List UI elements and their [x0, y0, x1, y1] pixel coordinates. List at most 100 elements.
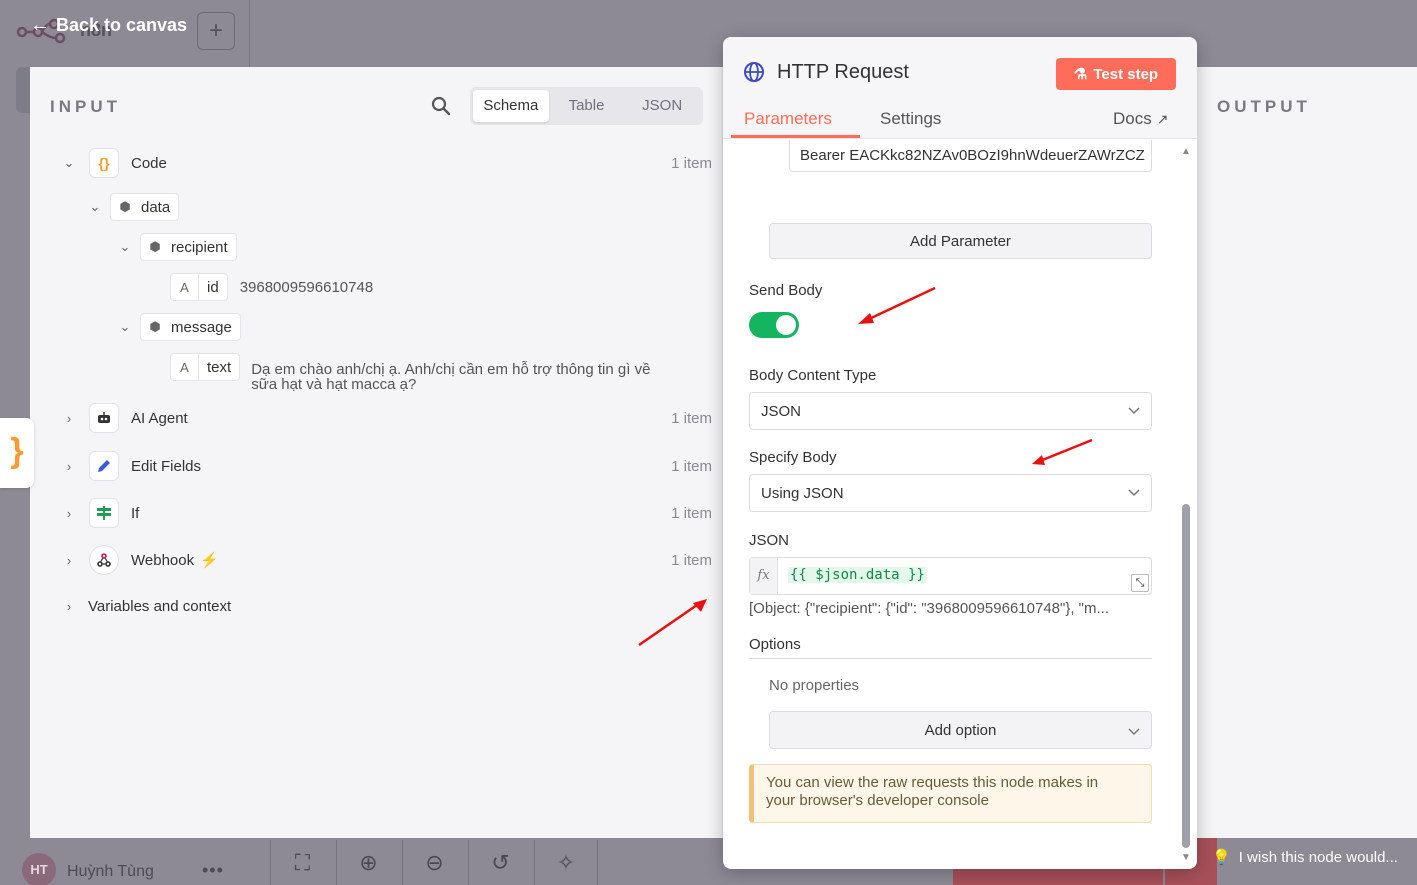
annotation-arrow	[638, 599, 707, 647]
zoom-out-icon[interactable]: ⊖	[402, 840, 466, 885]
object-cube-icon: ⬢	[149, 239, 161, 254]
scroll-up-icon[interactable]: ▲	[1181, 146, 1191, 157]
node-row-if[interactable]: › If 1 item	[59, 498, 712, 528]
field-value: 3968009596610748	[239, 278, 374, 296]
robot-icon	[89, 403, 119, 433]
node-row-webhook[interactable]: › Webhook ⚡ 1 item	[59, 545, 712, 575]
top-bar: n8n +	[0, 0, 1417, 67]
chevron-right-icon[interactable]: ›	[59, 411, 79, 426]
body-content-type-select[interactable]: JSON	[749, 392, 1152, 430]
notice-line: your browser's developer console	[766, 792, 989, 809]
pencil-icon	[89, 451, 119, 481]
code-braces-icon: {}	[89, 148, 119, 178]
user-name: Huỳnh Tùng	[67, 863, 154, 880]
node-row-code[interactable]: ⌄ {} Code 1 item	[59, 148, 712, 178]
header-value-input[interactable]: Bearer EACKkc82NZAv0BOzI9hnWdeuerZAWrZCZ	[789, 140, 1152, 172]
input-panel: INPUT Schema Table JSON ⌄ {} Code 1 item…	[30, 67, 723, 838]
add-parameter-button[interactable]: Add Parameter	[769, 223, 1152, 259]
node-row-ai-agent[interactable]: › AI Agent 1 item	[59, 403, 712, 433]
tree-row-recipient[interactable]: ⌄ ⬢ recipient	[115, 233, 237, 261]
string-type-icon: A	[171, 354, 199, 380]
item-count: 1 item	[671, 409, 712, 427]
divider	[749, 658, 1152, 659]
node-label: If	[131, 504, 140, 522]
view-json-button[interactable]: JSON	[624, 90, 700, 122]
chevron-down-icon[interactable]: ⌄	[85, 199, 105, 215]
node-label: AI Agent	[131, 409, 188, 427]
chevron-down-icon[interactable]: ⌄	[115, 239, 135, 255]
send-body-label: Send Body	[749, 282, 823, 299]
undo-icon[interactable]: ↺	[468, 840, 532, 885]
chevron-right-icon[interactable]: ›	[59, 553, 79, 568]
view-table-button[interactable]: Table	[549, 90, 625, 122]
json-expression[interactable]: {{ $json.data }}	[788, 567, 927, 583]
chevron-right-icon[interactable]: ›	[59, 459, 79, 474]
output-title: OUTPUT	[1217, 97, 1311, 116]
chevron-down-icon[interactable]: ⌄	[115, 319, 135, 335]
scroll-down-icon[interactable]: ▼	[1181, 852, 1191, 863]
field-name: text	[207, 358, 232, 376]
webhook-icon	[89, 545, 119, 575]
field-chip-text: A text	[170, 353, 241, 381]
feedback-link[interactable]: 💡 I wish this node would...	[1212, 848, 1398, 867]
send-body-toggle[interactable]	[749, 312, 799, 338]
specify-body-label: Specify Body	[749, 449, 837, 466]
expand-icon[interactable]: ⤡	[1131, 574, 1149, 592]
view-schema-button[interactable]: Schema	[473, 90, 549, 122]
annotation-arrow	[1032, 438, 1093, 465]
json-label: JSON	[749, 532, 790, 549]
more-options-icon[interactable]: •••	[202, 860, 224, 881]
string-type-icon: A	[171, 274, 199, 300]
node-row-edit-fields[interactable]: › Edit Fields 1 item	[59, 451, 712, 481]
lightbulb-icon: 💡	[1212, 849, 1231, 866]
tree-row-data[interactable]: ⌄ ⬢ data	[85, 193, 180, 221]
test-step-label: Test step	[1093, 65, 1159, 83]
back-to-canvas-link[interactable]: ← Back to canvas	[30, 14, 187, 37]
scroll-thumb[interactable]	[1182, 504, 1190, 848]
code-node-side-tab[interactable]: }	[0, 418, 34, 488]
toggle-knob	[776, 315, 796, 335]
tree-row-text: A text Dạ em chào anh/chị ạ. Anh/chị cần…	[170, 353, 650, 392]
globe-icon	[744, 62, 764, 82]
chevron-right-icon[interactable]: ›	[59, 506, 79, 521]
docs-link[interactable]: Docs ↗	[1113, 109, 1168, 129]
field-name: id	[207, 278, 219, 296]
specify-body-select[interactable]: Using JSON	[749, 474, 1152, 512]
chevron-down-icon[interactable]: ⌄	[59, 155, 79, 171]
no-properties-text: No properties	[769, 677, 860, 694]
test-step-button[interactable]: ⚗ Test step	[1056, 58, 1176, 90]
active-tab-indicator	[731, 135, 860, 138]
field-name: data	[141, 198, 171, 216]
search-icon[interactable]	[430, 95, 452, 117]
tree-row-message[interactable]: ⌄ ⬢ message	[115, 313, 241, 341]
output-panel: OUTPUT	[1196, 67, 1417, 838]
field-value-line: Dạ em chào anh/chị ạ. Anh/chị cần em hỗ …	[251, 361, 651, 378]
item-count: 1 item	[671, 551, 712, 569]
avatar[interactable]: HT	[22, 853, 56, 885]
docs-label: Docs	[1113, 109, 1152, 128]
options-label: Options	[749, 636, 801, 653]
object-cube-icon: ⬢	[119, 199, 131, 214]
json-expression-editor[interactable]: fx {{ $json.data }} ⤡	[749, 557, 1152, 595]
object-cube-icon: ⬢	[149, 319, 161, 334]
zoom-in-icon[interactable]: ⊕	[336, 840, 400, 885]
select-value: JSON	[761, 402, 802, 420]
field-name: message	[171, 318, 232, 336]
tab-settings[interactable]: Settings	[880, 109, 941, 129]
add-tab-button[interactable]: +	[197, 12, 235, 50]
add-option-button[interactable]: Add option	[769, 711, 1152, 749]
scrollbar[interactable]: ▲ ▼	[1180, 140, 1192, 869]
arrow-left-icon: ←	[30, 14, 50, 36]
feedback-label: I wish this node would...	[1238, 848, 1398, 866]
chevron-right-icon[interactable]: ›	[59, 599, 79, 614]
flask-icon: ⚗	[1073, 66, 1088, 83]
notice-line: You can view the raw requests this node …	[766, 774, 1099, 791]
panel-header: HTTP Request ⚗ Test step Parameters Sett…	[723, 37, 1197, 139]
variables-context-row[interactable]: › Variables and context	[59, 598, 231, 615]
tidy-up-icon[interactable]: ✧	[534, 840, 598, 885]
node-label: Code	[131, 154, 167, 172]
chevron-down-icon	[1128, 728, 1140, 736]
fit-view-icon[interactable]: ⛶	[270, 840, 334, 885]
divider	[249, 0, 250, 67]
tab-parameters[interactable]: Parameters	[744, 109, 832, 129]
